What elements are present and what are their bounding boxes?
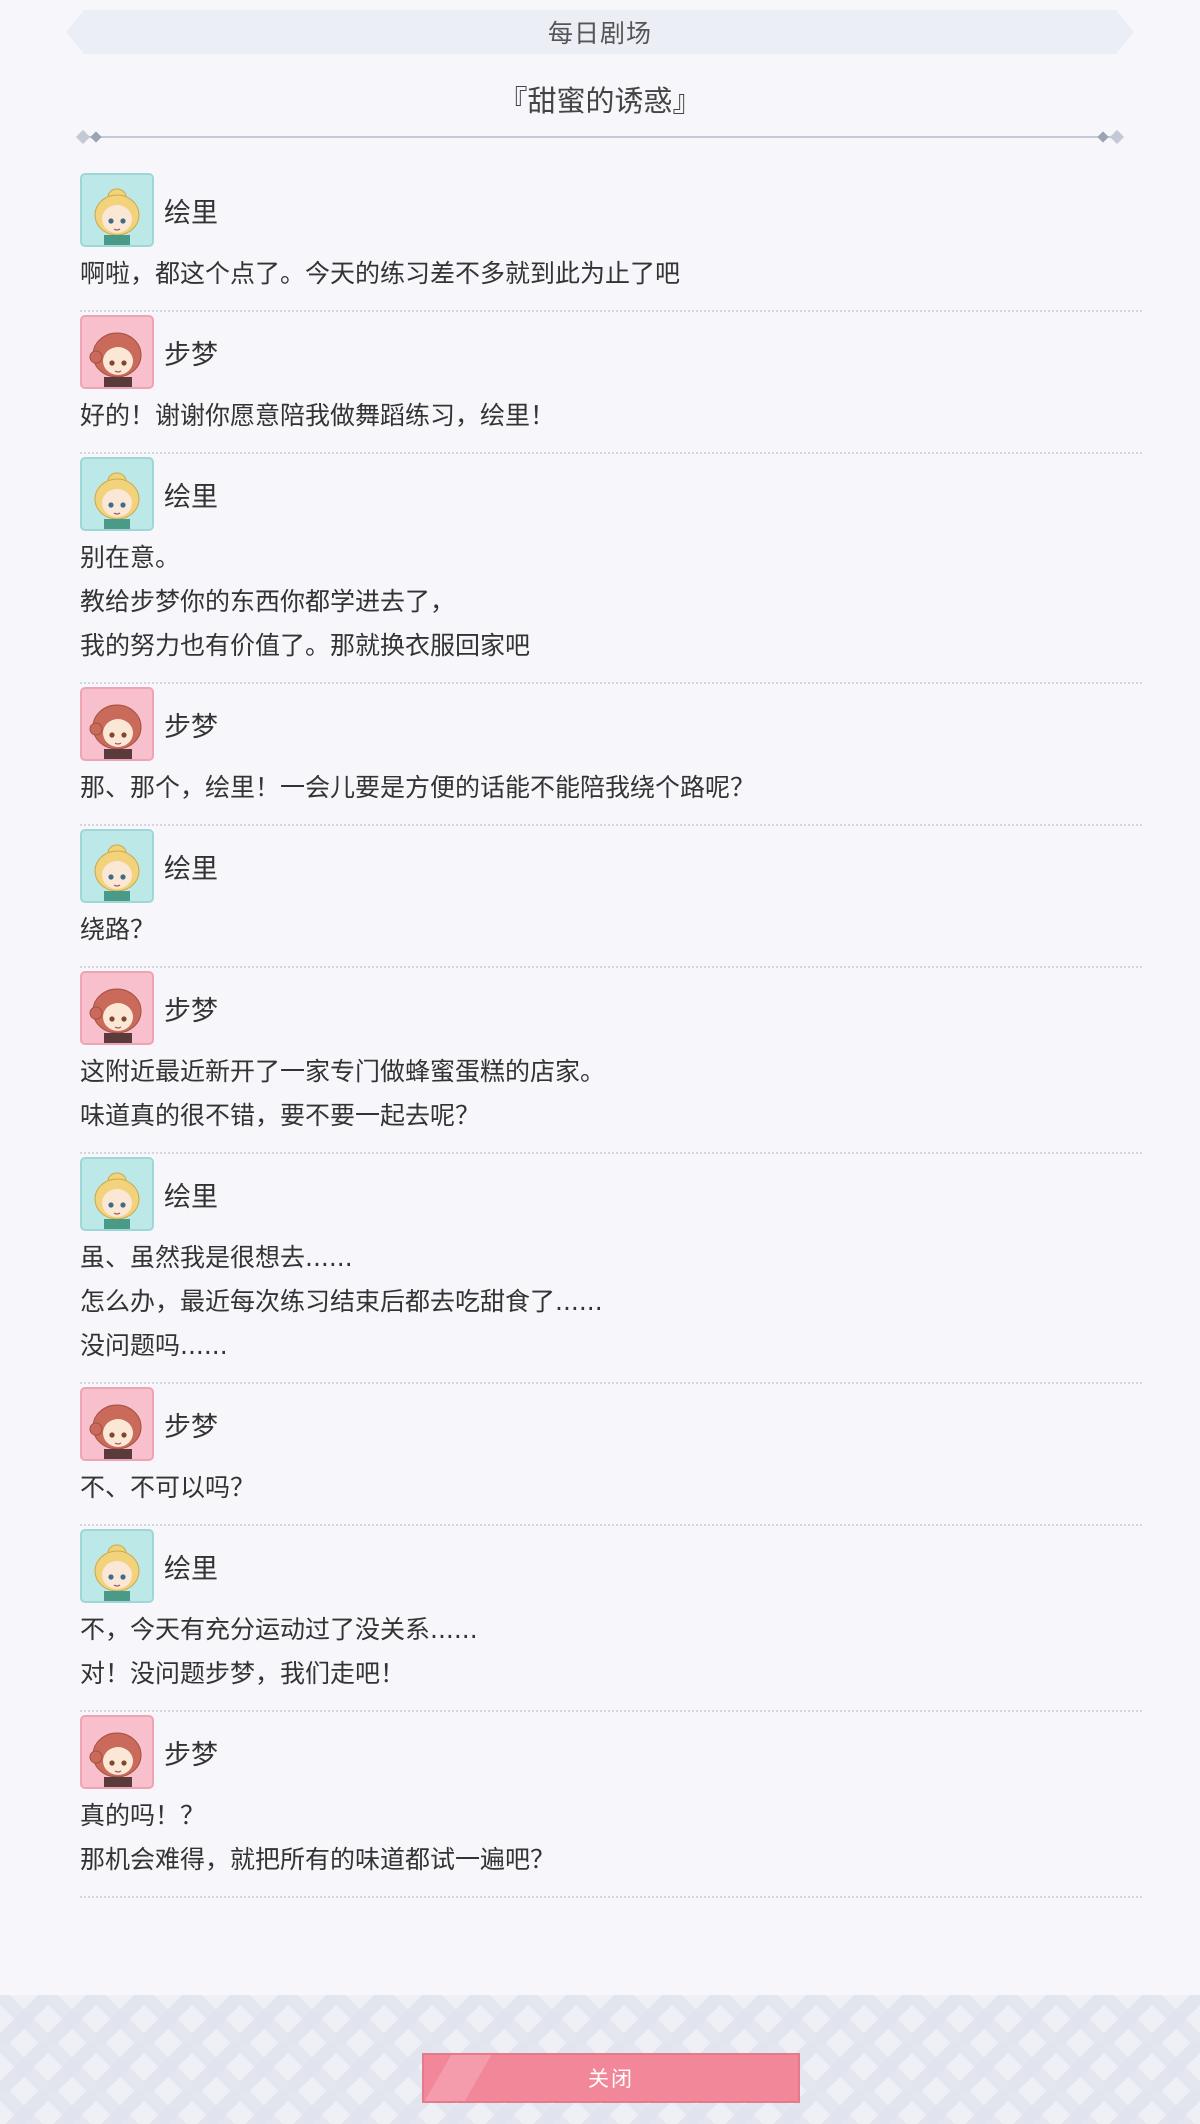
dialog-line: 这附近最近新开了一家专门做蜂蜜蛋糕的店家。 [80, 1057, 606, 1086]
dialog-line: 没问题吗...... [80, 1331, 228, 1360]
dialog-line: 好的！谢谢你愿意陪我做舞蹈练习，绘里！ [80, 401, 556, 430]
close-button-label: 关闭 [588, 2067, 634, 2091]
header-bar: 每日剧场 [66, 10, 1134, 54]
dialog-entry: 步梦那、那个，绘里！一会儿要是方便的话能不能陪我绕个路呢？ [80, 684, 1142, 826]
dialog-line: 那、那个，绘里！一会儿要是方便的话能不能陪我绕个路呢？ [80, 773, 756, 802]
page-title: 每日剧场 [547, 19, 652, 48]
speaker-row: 步梦 [80, 968, 1142, 1045]
dialog-line: 绕路？ [80, 915, 156, 944]
speaker-name: 绘里 [164, 1181, 218, 1213]
speaker-name: 绘里 [164, 481, 218, 513]
dialog-text: 不，今天有充分运动过了没关系...... 对！没问题步梦，我们走吧！ [80, 1602, 1142, 1710]
speaker-row: 绘里 [80, 1154, 1142, 1231]
dialog-text: 这附近最近新开了一家专门做蜂蜜蛋糕的店家。 味道真的很不错，要不要一起去呢？ [80, 1044, 1142, 1152]
dialog-entry: 步梦不、不可以吗？ [80, 1384, 1142, 1526]
eli-avatar [80, 829, 154, 903]
dialog-line: 不、不可以吗？ [80, 1473, 256, 1502]
speaker-name: 步梦 [164, 995, 218, 1027]
dialog-text: 好的！谢谢你愿意陪我做舞蹈练习，绘里！ [80, 388, 1142, 452]
speaker-row: 绘里 [80, 454, 1142, 531]
story-title: 『甜蜜的诱惑』 [498, 84, 702, 118]
dialog-line: 真的吗！？ [80, 1801, 206, 1830]
speaker-name: 步梦 [164, 339, 218, 371]
dialog-line: 怎么办，最近每次练习结束后都去吃甜食了...... [80, 1287, 603, 1316]
eli-avatar [80, 1529, 154, 1603]
ayumu-avatar [80, 687, 154, 761]
speaker-row: 步梦 [80, 1712, 1142, 1789]
speaker-row: 步梦 [80, 312, 1142, 389]
dialog-line: 我的努力也有价值了。那就换衣服回家吧 [80, 631, 531, 660]
dialog-line: 虽、虽然我是很想去...... [80, 1243, 353, 1272]
divider-ornament [1097, 131, 1109, 143]
dialog-text: 那、那个，绘里！一会儿要是方便的话能不能陪我绕个路呢？ [80, 760, 1142, 824]
speaker-name: 绘里 [164, 1553, 218, 1585]
dialog-text: 绕路？ [80, 902, 1142, 966]
speaker-name: 步梦 [164, 711, 218, 743]
speaker-row: 绘里 [80, 1526, 1142, 1603]
divider-ornament [1109, 129, 1125, 145]
divider-ornament [90, 131, 102, 143]
dialog-entry: 绘里不，今天有充分运动过了没关系...... 对！没问题步梦，我们走吧！ [80, 1526, 1142, 1712]
speaker-name: 绘里 [164, 197, 218, 229]
dialog-line: 教给步梦你的东西你都学进去了， [80, 587, 456, 616]
dialog-line: 啊啦，都这个点了。今天的练习差不多就到此为止了吧 [80, 259, 681, 288]
ayumu-avatar [80, 971, 154, 1045]
eli-avatar [80, 457, 154, 531]
dialog-text: 不、不可以吗？ [80, 1460, 1142, 1524]
dialog-entry: 绘里别在意。教给步梦你的东西你都学进去了， 我的努力也有价值了。那就换衣服回家吧 [80, 454, 1142, 684]
dialog-text: 别在意。教给步梦你的东西你都学进去了， 我的努力也有价值了。那就换衣服回家吧 [80, 530, 1142, 682]
speaker-name: 步梦 [164, 1411, 218, 1443]
speaker-row: 步梦 [80, 684, 1142, 761]
divider-ornament [75, 129, 91, 145]
dialog-line: 不，今天有充分运动过了没关系...... [80, 1615, 478, 1644]
ayumu-avatar [80, 315, 154, 389]
dialog-line: 味道真的很不错，要不要一起去呢？ [80, 1101, 481, 1130]
speaker-name: 步梦 [164, 1739, 218, 1771]
eli-avatar [80, 173, 154, 247]
ayumu-avatar [80, 1715, 154, 1789]
dialog-entry: 绘里虽、虽然我是很想去...... 怎么办，最近每次练习结束后都去吃甜食了....… [80, 1154, 1142, 1384]
dialog-entry: 步梦这附近最近新开了一家专门做蜂蜜蛋糕的店家。 味道真的很不错，要不要一起去呢？ [80, 968, 1142, 1154]
close-button[interactable]: 关闭 [422, 2053, 800, 2103]
dialog-text: 虽、虽然我是很想去...... 怎么办，最近每次练习结束后都去吃甜食了......… [80, 1230, 1142, 1382]
dialog-entry: 步梦好的！谢谢你愿意陪我做舞蹈练习，绘里！ [80, 312, 1142, 454]
dialog-text: 真的吗！？ 那机会难得，就把所有的味道都试一遍吧？ [80, 1788, 1142, 1896]
dialog-entry: 步梦真的吗！？ 那机会难得，就把所有的味道都试一遍吧？ [80, 1712, 1142, 1898]
speaker-row: 步梦 [80, 1384, 1142, 1461]
speaker-row: 绘里 [80, 826, 1142, 903]
title-divider [84, 136, 1116, 138]
dialog-entry: 绘里绕路？ [80, 826, 1142, 968]
eli-avatar [80, 1157, 154, 1231]
speaker-row: 绘里 [80, 170, 1142, 247]
speaker-name: 绘里 [164, 853, 218, 885]
dialog-line: 那机会难得，就把所有的味道都试一遍吧？ [80, 1845, 556, 1874]
dialog-text: 啊啦，都这个点了。今天的练习差不多就到此为止了吧 [80, 246, 1142, 310]
ayumu-avatar [80, 1387, 154, 1461]
dialog-list[interactable]: 绘里 啊啦，都这个点了。今天的练习差不多就到此为止了吧 步梦 好的！谢谢你愿意陪我做舞… [0, 170, 1200, 1898]
dialog-line: 别在意。 [80, 543, 181, 572]
dialog-line: 对！没问题步梦，我们走吧！ [80, 1659, 406, 1688]
dialog-entry: 绘里啊啦，都这个点了。今天的练习差不多就到此为止了吧 [80, 170, 1142, 312]
